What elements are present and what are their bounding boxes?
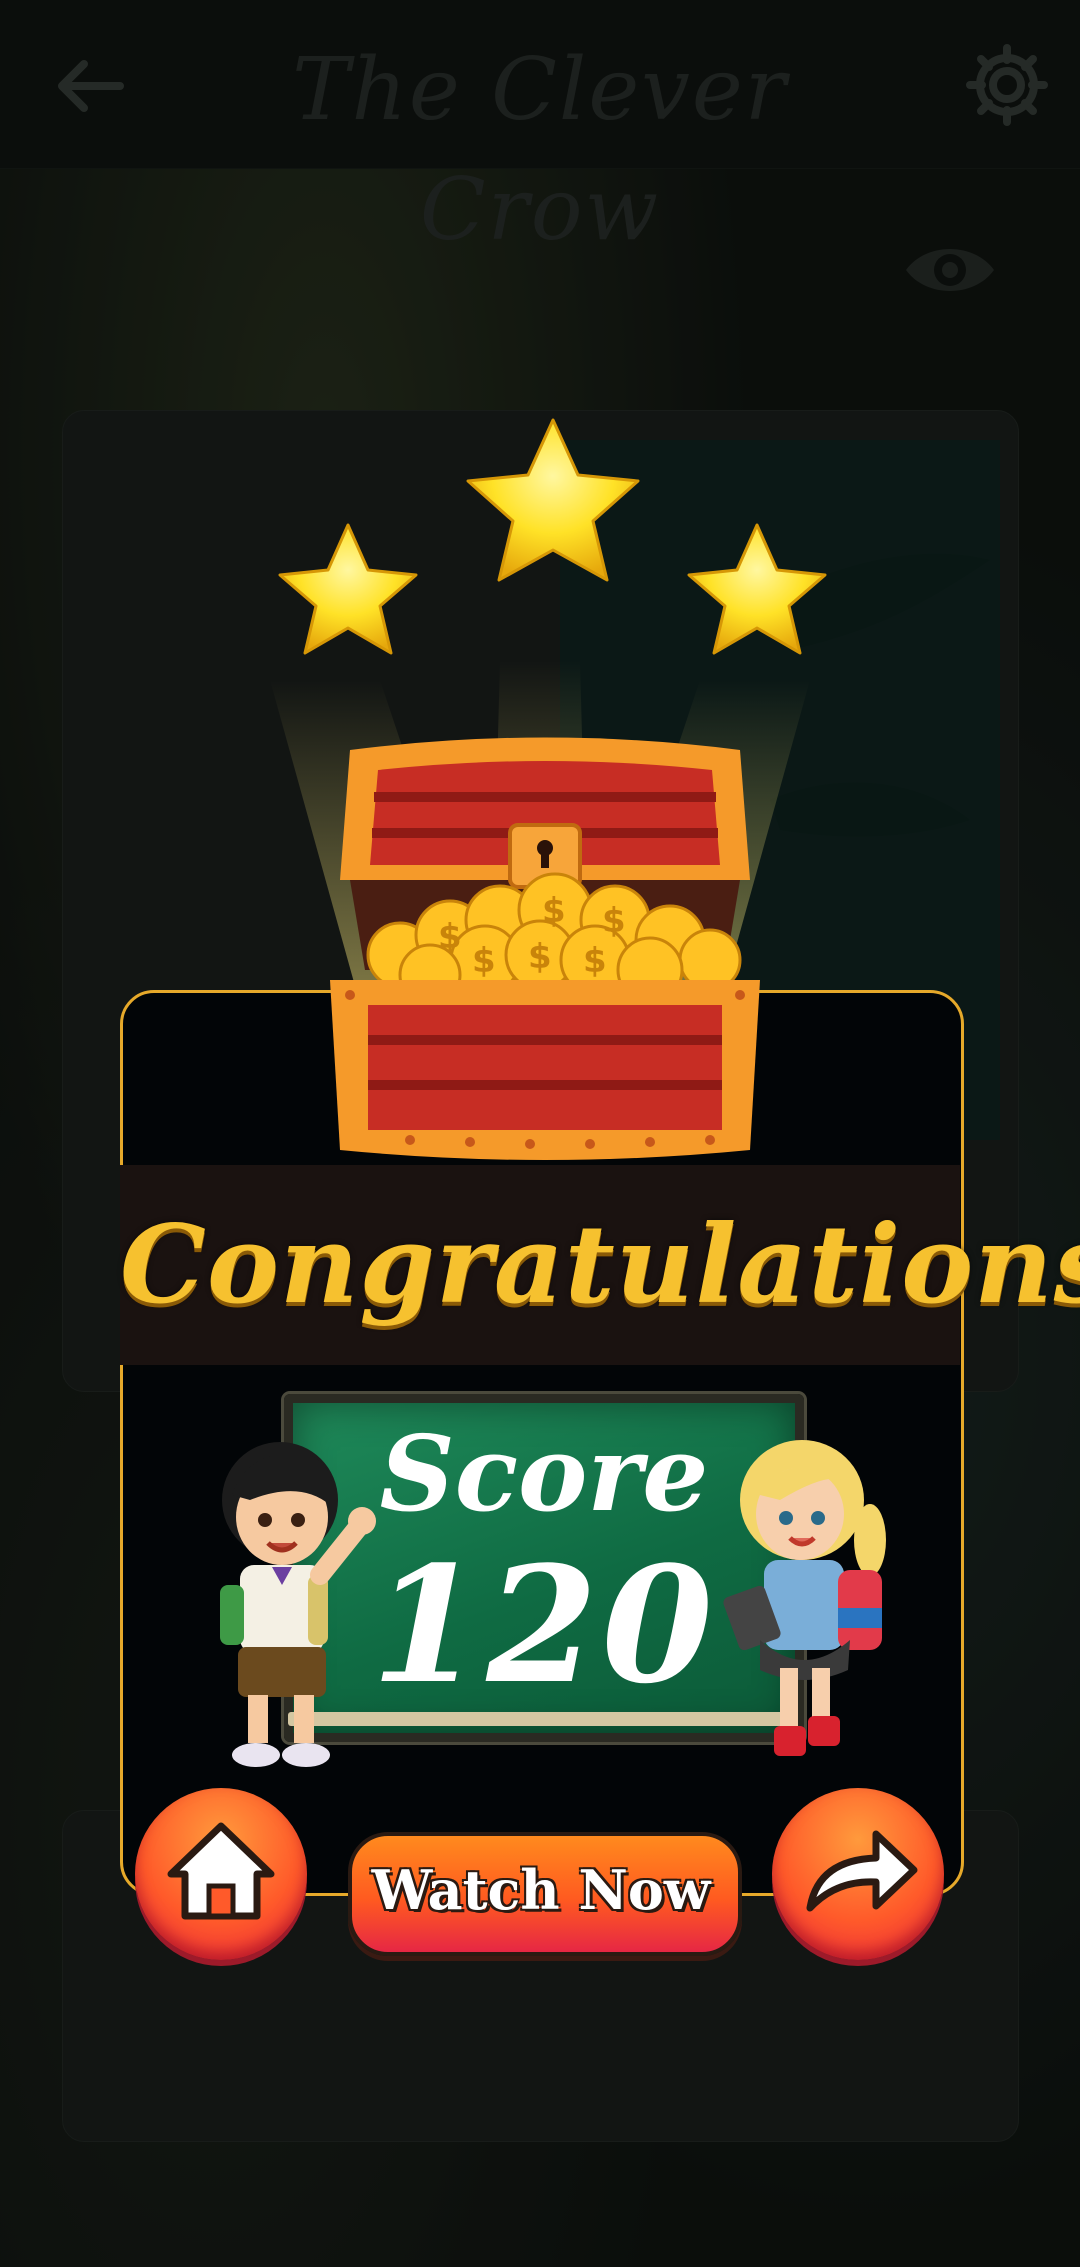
- star-icon-center: [466, 418, 640, 582]
- treasure-chest-icon: $$ $ $ $$: [330, 737, 760, 1160]
- congratulations-heading: Congratulations: [120, 1202, 1080, 1328]
- svg-text:$: $: [583, 941, 607, 981]
- watch-now-label: Watch Now: [371, 1858, 711, 1922]
- star-icon-left: [278, 523, 418, 655]
- svg-text:$: $: [472, 941, 496, 981]
- share-button[interactable]: [772, 1788, 944, 1960]
- svg-text:$: $: [528, 937, 552, 977]
- home-button[interactable]: [135, 1788, 307, 1960]
- girl-character: [723, 1440, 886, 1756]
- svg-text:$: $: [438, 917, 462, 957]
- star-rating: [278, 418, 827, 655]
- boy-character: [220, 1442, 376, 1767]
- svg-text:$: $: [542, 891, 566, 931]
- share-arrow-icon: [806, 1830, 918, 1912]
- home-icon: [167, 1822, 275, 1920]
- star-icon-right: [687, 523, 827, 655]
- svg-text:$: $: [602, 901, 626, 941]
